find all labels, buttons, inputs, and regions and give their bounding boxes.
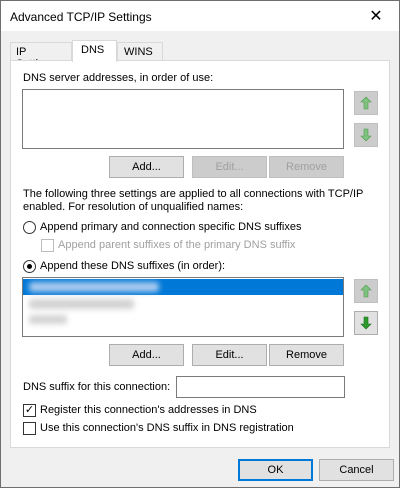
advanced-tcpip-dialog: Advanced TCP/IP Settings ✕ IP Settings D…: [0, 0, 400, 488]
title-bar: Advanced TCP/IP Settings ✕: [1, 1, 399, 31]
register-label: Register this connection's addresses in …: [40, 404, 257, 416]
dns-server-list[interactable]: [22, 89, 344, 149]
window-title: Advanced TCP/IP Settings: [10, 10, 152, 24]
cancel-button[interactable]: Cancel: [319, 459, 394, 481]
redacted-text: [29, 315, 67, 324]
arrow-up-icon: [360, 284, 372, 298]
arrow-down-icon: [360, 316, 372, 330]
move-down-server-button[interactable]: [354, 123, 378, 147]
remove-suffix-button[interactable]: Remove: [269, 344, 344, 366]
register-checkbox[interactable]: ✓: [23, 404, 36, 417]
append-these-radio[interactable]: [23, 260, 36, 273]
ok-button[interactable]: OK: [238, 459, 313, 481]
info-text-line-1: The following three settings are applied…: [23, 188, 364, 200]
arrow-up-icon: [360, 96, 372, 110]
arrow-down-icon: [360, 128, 372, 142]
dns-tab-panel: DNS server addresses, in order of use: A…: [10, 60, 390, 448]
append-primary-radio[interactable]: [23, 221, 36, 234]
append-these-label: Append these DNS suffixes (in order):: [40, 260, 226, 272]
use-suffix-label: Use this connection's DNS suffix in DNS …: [40, 422, 294, 434]
move-up-server-button[interactable]: [354, 91, 378, 115]
move-up-suffix-button[interactable]: [354, 279, 378, 303]
suffix-field-label: DNS suffix for this connection:: [23, 381, 171, 393]
list-item[interactable]: [23, 279, 343, 295]
dns-suffix-list[interactable]: [22, 277, 344, 337]
move-down-suffix-button[interactable]: [354, 311, 378, 335]
tab-dns[interactable]: DNS: [72, 40, 117, 62]
append-parent-checkbox[interactable]: [41, 239, 54, 252]
close-icon[interactable]: ✕: [353, 1, 399, 31]
info-text-line-2: enabled. For resolution of unqualified n…: [23, 201, 244, 213]
redacted-text: [29, 299, 134, 309]
add-server-button[interactable]: Add...: [109, 156, 184, 178]
edit-server-button[interactable]: Edit...: [192, 156, 267, 178]
tab-ip-settings[interactable]: IP Settings: [10, 42, 72, 70]
append-parent-label: Append parent suffixes of the primary DN…: [58, 239, 296, 251]
remove-server-button[interactable]: Remove: [269, 156, 344, 178]
add-suffix-button[interactable]: Add...: [109, 344, 184, 366]
tab-wins[interactable]: WINS: [117, 42, 163, 61]
dns-suffix-input[interactable]: [176, 376, 345, 398]
redacted-text: [29, 282, 159, 292]
dns-server-label: DNS server addresses, in order of use:: [23, 72, 214, 84]
append-primary-label: Append primary and connection specific D…: [40, 221, 302, 233]
edit-suffix-button[interactable]: Edit...: [192, 344, 267, 366]
use-suffix-checkbox[interactable]: [23, 422, 36, 435]
